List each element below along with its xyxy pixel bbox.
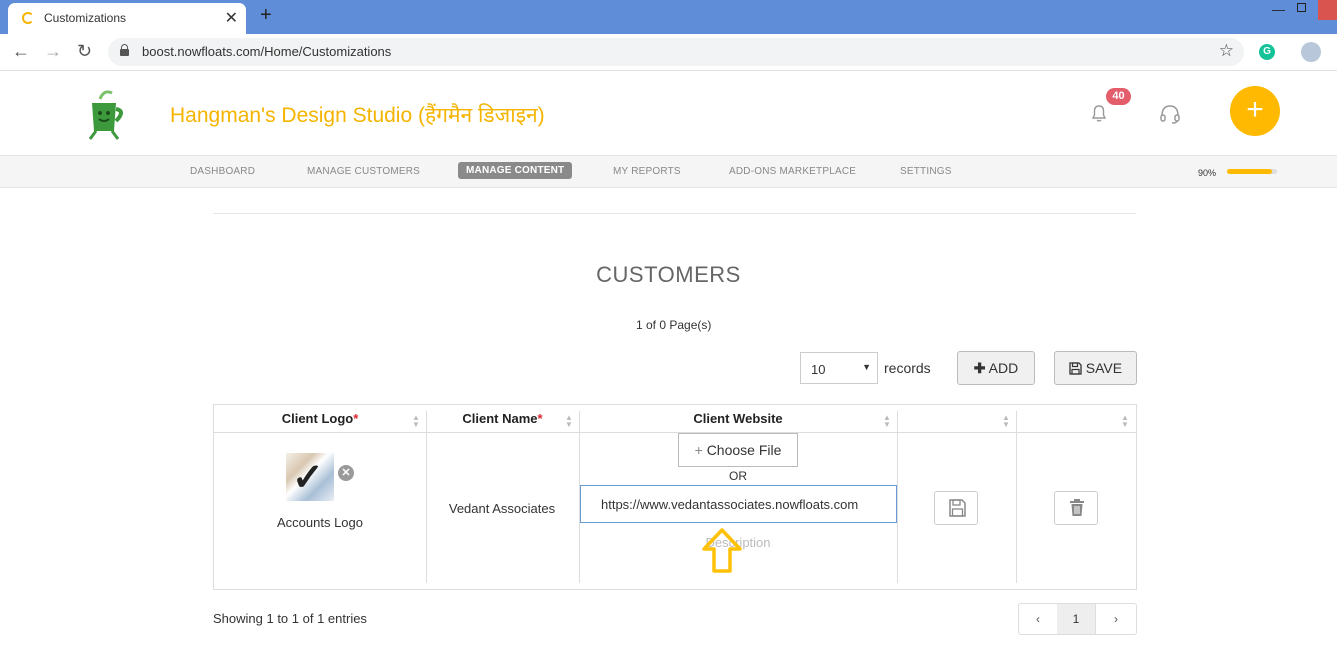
nav-manage-content[interactable]: MANAGE CONTENT (458, 162, 573, 179)
sort-icon[interactable]: ▲ ▼ (412, 414, 420, 429)
add-button-label: ADD (988, 360, 1019, 376)
nav-my-reports[interactable]: MY REPORTS (613, 166, 681, 177)
browser-tab-bar: Customizations ✕ + — (0, 0, 1337, 34)
chevron-down-icon: ▼ (862, 362, 871, 372)
headset-support-icon[interactable] (1159, 103, 1181, 125)
window-close-icon[interactable] (1318, 0, 1337, 20)
row-save-button[interactable] (934, 491, 978, 525)
add-button[interactable]: ✚ ADD (957, 351, 1035, 385)
back-arrow-icon[interactable]: ← (12, 41, 30, 62)
pagination: ‹ 1 › (1018, 603, 1137, 635)
main-nav: DASHBOARD MANAGE CUSTOMERS MANAGE CONTEN… (0, 155, 1337, 188)
quick-add-button[interactable]: + (1230, 86, 1280, 136)
forward-arrow-icon[interactable]: → (44, 41, 62, 62)
plus-icon: + (694, 442, 703, 458)
grammarly-extension-icon[interactable]: G (1259, 44, 1275, 60)
records-per-page-value: 10 (811, 362, 826, 377)
url-text: boost.nowfloats.com/Home/Customizations (142, 44, 392, 59)
choose-file-label: Choose File (706, 442, 782, 458)
nav-dashboard[interactable]: DASHBOARD (190, 166, 255, 177)
sort-icon[interactable]: ▲ ▼ (883, 414, 891, 429)
page-count: 1 of 0 Page(s) (636, 318, 712, 332)
sort-icon[interactable]: ▲ ▼ (565, 414, 573, 429)
page-title: CUSTOMERS (596, 262, 741, 287)
bookmark-star-icon[interactable]: ☆ (1219, 41, 1234, 61)
records-per-page-select[interactable]: 10 ▼ (800, 352, 878, 384)
window-minimize-icon[interactable]: — (1272, 2, 1285, 17)
records-label: records (884, 360, 931, 376)
nav-manage-customers[interactable]: MANAGE CUSTOMERS (307, 166, 420, 177)
notification-badge: 40 (1106, 88, 1131, 105)
tab-close-icon[interactable]: ✕ (225, 8, 238, 28)
business-logo (72, 81, 138, 147)
reload-icon[interactable]: ↻ (77, 41, 92, 62)
browser-tab[interactable]: Customizations ✕ (8, 3, 246, 34)
customers-table: Client Logo* Client Name* Client Website… (213, 404, 1137, 590)
profile-progress-label: 90% (1198, 168, 1217, 178)
sort-icon[interactable]: ▲ ▼ (1002, 414, 1010, 429)
profile-avatar[interactable] (1301, 42, 1321, 62)
client-logo-thumbnail (286, 453, 334, 501)
up-arrow-annotation (702, 528, 742, 573)
page-1-button[interactable]: 1 (1057, 604, 1096, 634)
lock-icon (120, 44, 129, 56)
row-delete-button[interactable] (1054, 491, 1098, 525)
sort-icon[interactable]: ▲ ▼ (1121, 414, 1129, 429)
remove-logo-icon[interactable]: ✕ (338, 465, 354, 481)
next-page-button[interactable]: › (1096, 604, 1136, 634)
entries-summary: Showing 1 to 1 of 1 entries (213, 611, 367, 626)
column-header-label: Client Logo (281, 411, 354, 426)
nav-settings[interactable]: SETTINGS (900, 166, 952, 177)
bell-icon[interactable] (1090, 103, 1108, 123)
window-restore-icon[interactable] (1297, 3, 1306, 12)
profile-progress-bar (1227, 169, 1277, 174)
content-divider (213, 213, 1136, 214)
column-header-label: Client Website (693, 411, 783, 426)
save-button-label: SAVE (1085, 360, 1123, 376)
client-logo-label: Accounts Logo (276, 515, 363, 530)
column-header-delete[interactable] (1016, 411, 1136, 437)
required-marker: * (353, 411, 359, 426)
column-header-label: Client Name (462, 411, 538, 426)
column-header-client-logo[interactable]: Client Logo* (214, 411, 426, 437)
prev-page-button[interactable]: ‹ (1019, 604, 1058, 634)
profile-progress-fill (1227, 169, 1272, 174)
floppy-disk-icon (1069, 362, 1082, 375)
browser-toolbar: ← → ↻ boost.nowfloats.com/Home/Customiza… (0, 34, 1337, 71)
trash-icon (1070, 499, 1084, 516)
required-marker: * (537, 411, 543, 426)
new-tab-icon[interactable]: + (260, 4, 272, 27)
address-bar[interactable]: boost.nowfloats.com/Home/Customizations … (108, 38, 1244, 66)
choose-file-button[interactable]: + Choose File (678, 433, 798, 467)
app-header: Hangman's Design Studio (हैंगमैन डिजाइन)… (0, 71, 1337, 155)
site-favicon-icon (22, 12, 34, 24)
column-header-client-name[interactable]: Client Name* (426, 411, 579, 437)
nav-add-ons-marketplace[interactable]: ADD-ONS MARKETPLACE (729, 166, 856, 177)
tab-title: Customizations (44, 11, 127, 25)
client-website-input[interactable] (580, 485, 897, 523)
plus-icon: ✚ (973, 360, 986, 376)
client-name-cell: Vedant Associates (448, 501, 556, 516)
save-button[interactable]: SAVE (1054, 351, 1137, 385)
or-separator: OR (729, 469, 747, 483)
floppy-disk-icon (949, 499, 966, 517)
column-header-save[interactable] (897, 411, 1016, 437)
business-name: Hangman's Design Studio (हैंगमैन डिजाइन) (170, 104, 545, 127)
